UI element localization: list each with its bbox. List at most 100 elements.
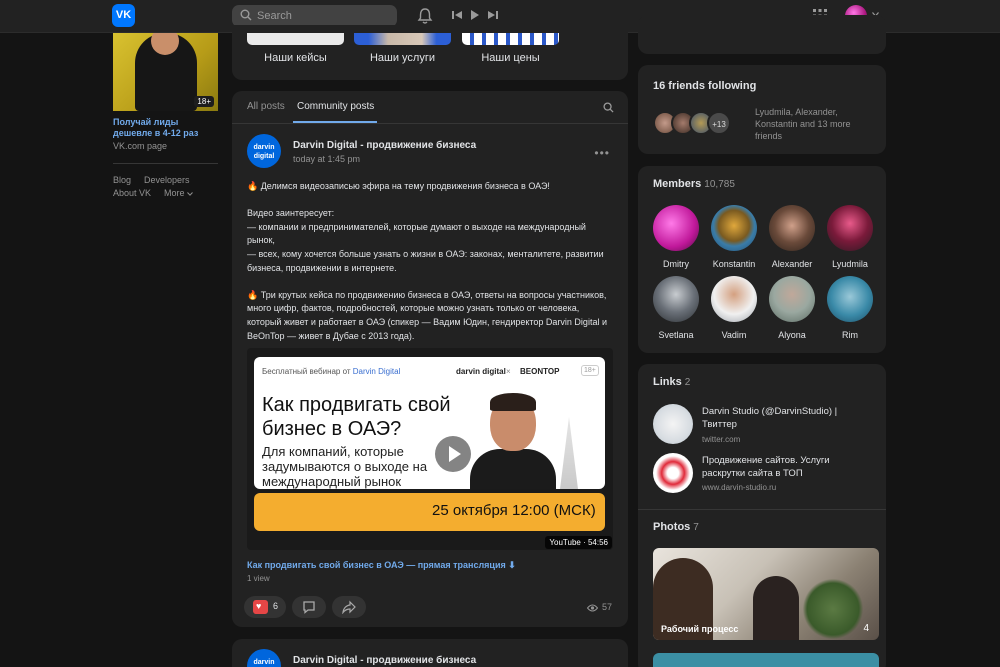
members-title[interactable]: Members 10,785 [653,178,735,190]
member-avatar [827,205,873,251]
link-title: Продвижение сайтов. Услуги раскрутки сай… [702,455,830,479]
member-name: Alexander [771,259,813,269]
video-headline: Как продвигать свой бизнес в ОАЭ? [262,394,451,440]
friends-more-count: +13 [707,111,731,135]
post-timestamp[interactable]: today at 1:45 pm [293,154,360,164]
member-name: Alyona [778,330,806,340]
button-services[interactable]: Наши услуги [354,52,451,64]
member-vadim[interactable]: Vadim [707,276,761,340]
link-thumbnail [653,453,693,493]
active-tab-indicator [293,121,377,123]
member-avatar [653,205,699,251]
darvin-digital-logo: darvin digital [456,367,506,376]
photos-title[interactable]: Photos 7 [653,521,699,533]
post-author-avatar[interactable]: darvin digital [247,649,281,667]
footer-link-more-label: More [164,188,185,198]
views-count: 57 [601,602,612,612]
friends-avatars[interactable]: +13 [653,111,731,135]
links-title-label: Links [653,376,682,388]
like-button[interactable]: ♥ 6 [244,596,286,618]
search-input[interactable]: Search [232,5,397,27]
footer-link-developers[interactable]: Developers [144,175,190,185]
next-track-icon[interactable] [488,10,498,20]
tab-all-posts[interactable]: All posts [247,101,285,112]
speaker-figure [470,393,558,489]
photo-album[interactable]: Рабочий процесс 4 [653,548,879,640]
member-avatar [711,205,757,251]
video-webinar-tag: Бесплатный вебинар от Darvin Digital [262,367,400,376]
ad-age-badge: 18+ [194,96,214,107]
more-options-icon[interactable]: ••• [594,146,610,160]
member-avatar [827,276,873,322]
member-alexander[interactable]: Alexander [765,205,819,269]
play-icon[interactable] [470,10,480,20]
search-placeholder: Search [257,10,292,22]
like-count: 6 [273,601,279,611]
photo-album[interactable] [653,653,879,667]
video-tag-prefix: Бесплатный вебинар от [262,367,353,376]
footer-link-blog[interactable]: Blog [113,175,131,185]
video-date-banner: 25 октября 12:00 (МСК) [254,493,605,531]
chevron-down-icon [187,192,193,196]
speaker-suit [470,449,556,489]
vk-logo[interactable]: VK [112,4,135,27]
post-author-avatar[interactable]: darvin digital [247,134,281,168]
link-title: Darvin Studio (@DarvinStudio) | Твиттер [702,406,838,430]
heart-icon: ♥ [253,600,268,614]
photo-person [753,576,799,640]
previous-track-icon[interactable] [452,10,462,20]
notifications-bell-icon[interactable] [417,7,433,25]
members-title-label: Members [653,178,702,190]
tab-community-posts[interactable]: Community posts [297,101,374,112]
comment-icon [303,601,315,614]
links-title[interactable]: Links 2 [653,376,690,388]
member-dmitry[interactable]: Dmitry [649,205,703,269]
share-button[interactable] [332,596,366,618]
member-konstantin[interactable]: Konstantin [707,205,761,269]
post-views: 57 [586,602,612,612]
member-alyona[interactable]: Alyona [765,276,819,340]
post-author-name[interactable]: Darvin Digital - продвижение бизнеса [293,655,476,666]
share-icon [342,600,356,614]
eye-icon [586,604,599,612]
photo-album-caption: Рабочий процесс [661,624,739,634]
video-age-badge: 18+ [581,365,599,376]
button-cases[interactable]: Наши кейсы [247,52,344,64]
wall-post: darvin digital Darvin Digital - продвиже… [232,124,628,627]
member-name: Rim [842,330,858,340]
video-tag-brand: Darvin Digital [352,367,401,376]
friends-following-text: Lyudmila, Alexander, Konstantin and 13 m… [755,107,851,141]
wall-post: darvin digital Darvin Digital - продвиже… [232,639,628,667]
member-svetlana[interactable]: Svetlana [649,276,703,340]
video-title-link[interactable]: Как продвигать свой бизнес в ОАЭ — пряма… [247,560,516,571]
footer-link-more[interactable]: More [164,188,193,198]
members-card: Members 10,785 Dmitry Konstantin Alexande… [638,166,886,353]
link-url: www.darvin-studio.ru [702,483,777,492]
button-image-services[interactable] [354,33,451,45]
member-rim[interactable]: Rim [823,276,877,340]
member-name: Lyudmila [832,259,868,269]
button-image-prices[interactable] [462,33,559,45]
post-author-name[interactable]: Darvin Digital - продвижение бизнеса [293,140,476,151]
search-icon[interactable] [603,102,614,113]
ad-image[interactable]: 18+ [113,33,218,111]
divider [113,163,218,164]
footer-link-about[interactable]: About VK [113,188,151,198]
video-subline: Для компаний, которые задумываются о вых… [262,444,428,489]
ad-title[interactable]: Получай лиды дешевле в 4-12 раз [113,117,218,139]
music-player-controls [452,10,498,20]
left-column: 18+ Получай лиды дешевле в 4-12 раз VK.c… [113,33,218,198]
video-date: 25 октября 12:00 (МСК) [432,502,596,519]
video-views: 1 view [247,574,270,583]
video-player[interactable]: Бесплатный вебинар от Darvin Digital dar… [247,348,613,550]
photo-album-count: 4 [863,623,869,634]
button-image-cases[interactable] [247,33,344,45]
button-prices[interactable]: Наши цены [462,52,559,64]
friends-following-title[interactable]: 16 friends following [653,80,756,92]
beontop-logo: BEONTOP [520,367,560,376]
burj-al-arab-illustration [560,417,578,489]
ad-source: VK.com page [113,141,168,151]
play-button-icon[interactable] [435,436,471,472]
comment-button[interactable] [292,596,326,618]
member-lyudmila[interactable]: Lyudmila [823,205,877,269]
